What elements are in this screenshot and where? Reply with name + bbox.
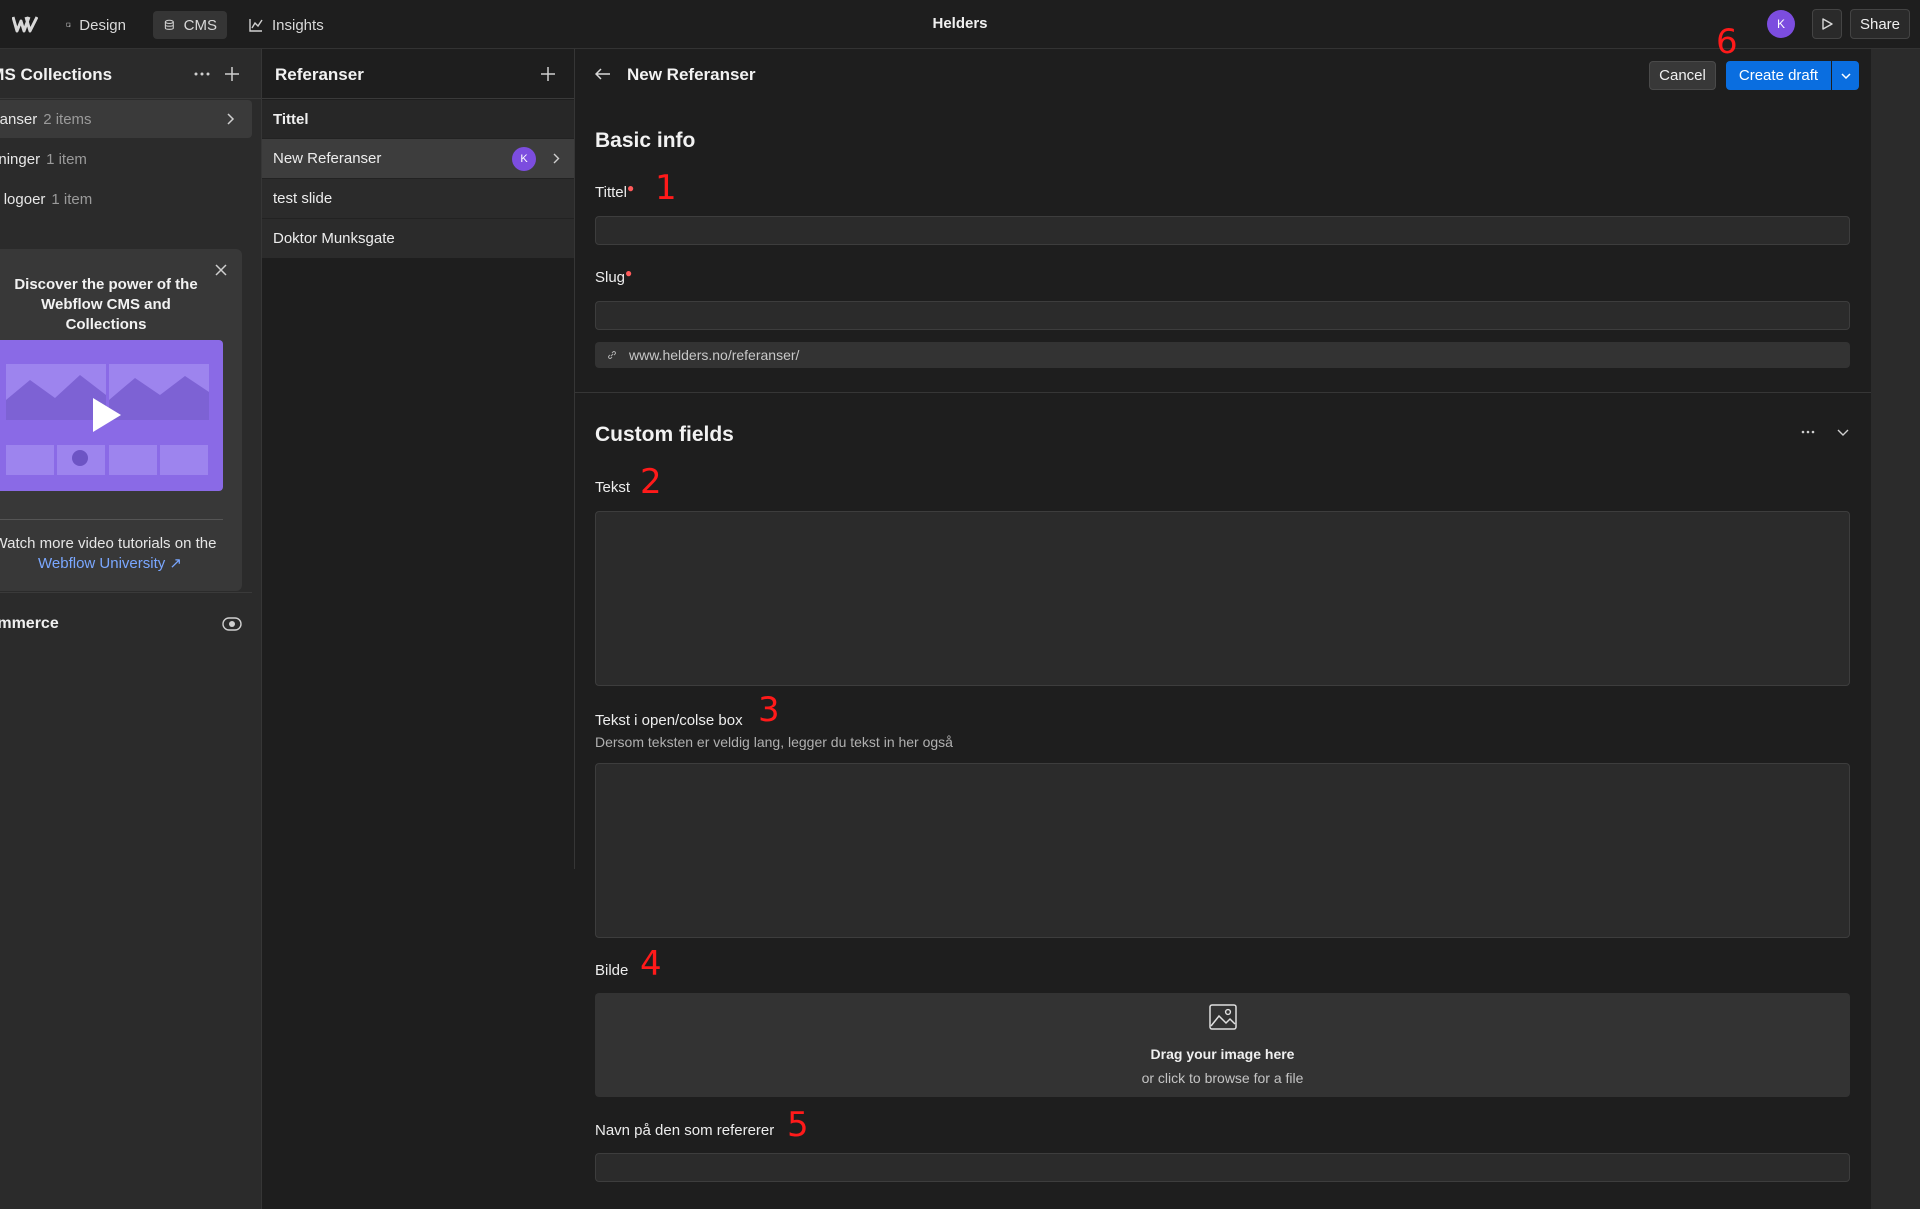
collection-count: 2 items: [43, 110, 92, 128]
ecommerce-section[interactable]: Ecommerce: [0, 592, 252, 648]
dropzone-subtitle: or click to browse for a file: [1141, 1070, 1304, 1086]
annotation-5: 5: [787, 1105, 809, 1145]
collections-header: CMS Collections: [0, 49, 261, 99]
link-icon: [607, 350, 617, 360]
collection-count: 1 item: [46, 150, 87, 168]
collection-item-brukerveiledninger[interactable]: Brukerveiledninger 1 item: [0, 140, 252, 178]
site-title: Helders: [932, 15, 988, 32]
slug-label: Slug●: [595, 266, 633, 286]
slug-url-preview: www.helders.no/referanser/: [595, 342, 1850, 368]
navn-label: Navn på den som refererer: [595, 1122, 775, 1139]
collection-name: Brukerveiledninger: [0, 150, 41, 168]
openclose-label: Tekst i open/colse box: [595, 712, 743, 729]
more-options-icon[interactable]: [192, 65, 212, 83]
items-panel: Referanser Tittel New Referanser K test …: [262, 49, 575, 869]
list-item-new-referanser[interactable]: New Referanser K: [262, 138, 574, 178]
collection-count: 1 item: [51, 190, 93, 208]
annotation-6: 6: [1716, 22, 1738, 62]
collection-item-forhandler-logoer[interactable]: Forhandler logoer 1 item: [0, 180, 252, 218]
item-title: New Referanser: [273, 150, 382, 167]
items-column-header[interactable]: Tittel: [262, 100, 574, 138]
custom-fields-heading: Custom fields: [595, 423, 734, 446]
chevron-down-icon[interactable]: [1833, 422, 1853, 442]
chevron-right-icon: [227, 113, 235, 125]
items-header: Referanser: [262, 49, 574, 99]
item-avatar: K: [512, 147, 536, 171]
basic-info-heading: Basic info: [595, 129, 696, 152]
editor-header: New Referanser Cancel Create draft: [575, 49, 1871, 99]
promo-watch-text: Watch more video tutorials on the: [0, 535, 217, 552]
promo-divider: [0, 519, 223, 520]
back-arrow-icon[interactable]: [593, 65, 613, 83]
list-item-test-slide[interactable]: test slide: [262, 178, 574, 218]
editor-title: New Referanser: [627, 65, 756, 84]
preview-button[interactable]: [1812, 9, 1842, 39]
video-thumbnail[interactable]: [0, 340, 223, 491]
chevron-down-icon: [1840, 72, 1851, 79]
tittel-input[interactable]: [595, 216, 1850, 245]
bilde-label: Bilde: [595, 962, 629, 979]
openclose-help-text: Dersom teksten er veldig lang, legger du…: [595, 734, 953, 750]
dropzone-title: Drag your image here: [1150, 1046, 1295, 1062]
create-options-dropdown[interactable]: [1832, 61, 1859, 90]
cancel-button[interactable]: Cancel: [1649, 61, 1716, 90]
promo-title: Discover the power of the Webflow CMS an…: [14, 276, 198, 333]
slug-input[interactable]: [595, 301, 1850, 330]
list-item-doktor-munksgate[interactable]: Doktor Munksgate: [262, 218, 574, 258]
openclose-textarea[interactable]: [595, 763, 1850, 938]
video-preview-image: [6, 364, 209, 475]
annotation-3: 3: [758, 690, 780, 730]
top-bar: Design CMS Insights Helders K Share: [0, 0, 1920, 49]
collection-item-referanser[interactable]: Referanser 2 items: [0, 100, 252, 138]
collection-name: Referanser: [0, 110, 38, 128]
section-divider: [575, 392, 1871, 393]
cms-promo-card: Discover the power of the Webflow CMS an…: [0, 249, 242, 591]
item-editor: New Referanser Cancel Create draft Basic…: [575, 49, 1871, 1209]
collections-title: CMS Collections: [0, 65, 113, 84]
slug-prefix: www.helders.no/referanser/: [629, 347, 800, 363]
scrollbar-track[interactable]: [1871, 49, 1920, 1209]
promo-footer: Watch more video tutorials on the Webflo…: [0, 534, 220, 574]
navn-input[interactable]: [595, 1153, 1850, 1182]
play-icon: [1822, 18, 1833, 30]
image-dropzone[interactable]: Drag your image here or click to browse …: [595, 993, 1850, 1097]
annotation-1: 1: [655, 168, 677, 208]
create-draft-button[interactable]: Create draft: [1726, 61, 1831, 90]
item-title: Doktor Munksgate: [273, 230, 395, 247]
share-button[interactable]: Share: [1850, 9, 1910, 39]
annotation-4: 4: [640, 944, 662, 984]
webflow-university-link[interactable]: Webflow University ↗: [38, 554, 182, 574]
chevron-right-icon: [553, 153, 560, 164]
tekst-textarea[interactable]: [595, 511, 1850, 686]
image-icon: [1209, 1004, 1237, 1030]
add-item-icon[interactable]: [538, 64, 558, 84]
add-collection-icon[interactable]: [222, 64, 242, 84]
ecommerce-label: Ecommerce: [0, 615, 59, 632]
more-options-icon[interactable]: [1798, 422, 1818, 442]
required-marker: ●: [626, 181, 635, 195]
user-avatar[interactable]: K: [1767, 10, 1795, 38]
collection-name: Forhandler logoer: [0, 190, 46, 208]
annotation-2: 2: [640, 462, 662, 502]
tittel-label: Tittel●: [595, 181, 635, 201]
items-title: Referanser: [275, 65, 364, 84]
eye-toggle-icon[interactable]: [222, 617, 242, 631]
collections-panel: CMS Collections Referanser 2 items Bruke…: [0, 49, 262, 1209]
required-marker: ●: [625, 266, 633, 280]
item-title: test slide: [273, 190, 333, 207]
close-icon[interactable]: [212, 261, 230, 279]
tekst-label: Tekst: [595, 479, 631, 496]
